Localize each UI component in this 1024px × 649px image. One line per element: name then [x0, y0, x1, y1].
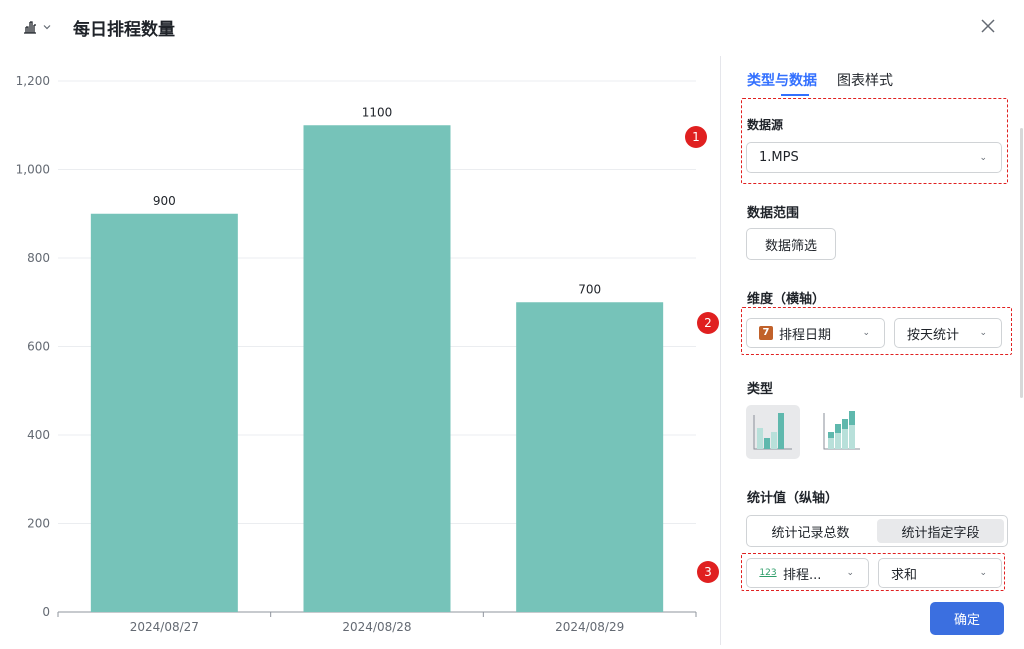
bar	[90, 213, 238, 612]
date-field-icon: 7	[759, 326, 773, 340]
chevron-down-icon: ⌄	[862, 328, 870, 338]
dimension-field-select[interactable]: 7 排程日期 ⌄	[746, 318, 885, 348]
tab-type-and-data[interactable]: 类型与数据	[747, 70, 817, 96]
panel-scrollbar[interactable]	[1020, 128, 1023, 398]
dialog-header: 每日排程数量	[0, 0, 1024, 56]
measure-field-select[interactable]: 123 排程... ⌄	[746, 558, 869, 588]
settings-panel: 类型与数据 图表样式 1 数据源 1.MPS ⌄ 数据范围 数据筛选 维度（横轴…	[685, 56, 1024, 645]
data-source-select[interactable]: 1.MPS ⌄	[746, 142, 1002, 173]
y-tick-label: 600	[27, 340, 50, 354]
number-field-icon: 123	[759, 568, 777, 578]
measure-mode-switch: 统计记录总数 统计指定字段	[746, 515, 1008, 547]
chevron-down-icon: ⌄	[979, 152, 987, 163]
annotation-badge-1: 1	[685, 126, 707, 148]
chevron-down-icon: ⌄	[846, 568, 854, 578]
bar	[303, 125, 451, 612]
dialog-title: 每日排程数量	[73, 20, 175, 40]
chevron-down-icon	[43, 25, 51, 30]
y-tick-label: 400	[27, 428, 50, 442]
chevron-down-icon: ⌄	[979, 328, 987, 338]
specified-field-option[interactable]: 统计指定字段	[877, 519, 1004, 543]
type-bar-card[interactable]	[746, 405, 800, 459]
panel-tabs: 类型与数据 图表样式	[747, 70, 893, 96]
tab-chart-style[interactable]: 图表样式	[837, 70, 893, 90]
granularity-value: 按天统计	[907, 327, 960, 343]
close-icon[interactable]	[978, 16, 998, 36]
confirm-button[interactable]: 确定	[930, 602, 1004, 635]
annotation-badge-2: 2	[697, 312, 719, 334]
type-stacked-bar-card[interactable]	[814, 405, 868, 459]
bar-chart: 0 200 400 600 800 1,000 1,200 900 2024/08/27 1100…	[16, 74, 697, 634]
aggregation-select[interactable]: 求和 ⌄	[878, 558, 1002, 588]
annotation-badge-3: 3	[697, 561, 719, 583]
bar-data-label: 700	[578, 282, 601, 296]
aggregation-value: 求和	[891, 567, 918, 583]
data-source-value: 1.MPS	[759, 150, 799, 165]
dimension-field-value: 排程日期	[779, 327, 832, 343]
bar	[516, 302, 664, 612]
x-tick-label: 2024/08/27	[130, 620, 199, 634]
y-tick-label: 200	[27, 517, 50, 531]
chart-type-switcher[interactable]	[22, 16, 62, 38]
measure-title: 统计值（纵轴）	[747, 491, 839, 506]
bar-data-label: 900	[153, 194, 176, 208]
bar-data-label: 1100	[362, 105, 393, 119]
y-tick-label: 1,000	[16, 163, 50, 177]
chart-area: 0 200 400 600 800 1,000 1,200 900 2024/08/27 1100…	[0, 56, 720, 645]
y-tick-label: 0	[42, 605, 50, 619]
y-tick-label: 1,200	[16, 74, 50, 88]
dimension-title: 维度（横轴）	[747, 292, 826, 307]
chart-type-title: 类型	[747, 382, 774, 397]
count-records-option[interactable]: 统计记录总数	[747, 516, 874, 546]
y-tick-label: 800	[27, 251, 50, 265]
granularity-select[interactable]: 按天统计 ⌄	[894, 318, 1002, 348]
data-range-title: 数据范围	[747, 206, 800, 221]
measure-field-value: 排程...	[783, 567, 822, 583]
bar-chart-type-icon	[753, 413, 792, 450]
data-source-title: 数据源	[747, 118, 784, 132]
x-tick-label: 2024/08/29	[555, 620, 624, 634]
chevron-down-icon: ⌄	[979, 568, 987, 578]
stacked-bar-chart-type-icon	[823, 411, 860, 450]
bar-chart-icon	[24, 21, 36, 34]
x-tick-label: 2024/08/28	[342, 620, 411, 634]
data-filter-button[interactable]: 数据筛选	[746, 228, 836, 260]
